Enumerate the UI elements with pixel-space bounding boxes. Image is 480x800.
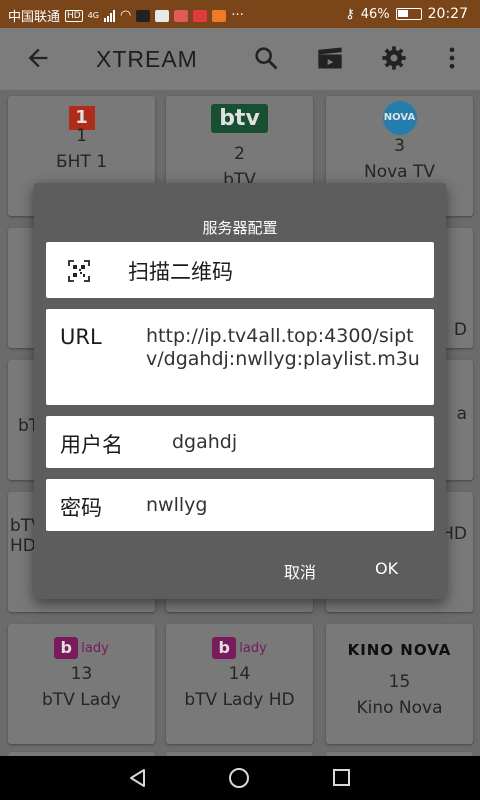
search-icon[interactable] (252, 44, 280, 72)
qr-code-icon (68, 260, 90, 282)
app-notification-icon (155, 9, 170, 22)
password-field[interactable]: 密码 nwllyg (46, 479, 434, 531)
cancel-button[interactable]: 取消 (284, 559, 316, 583)
username-label: 用户名 (60, 433, 123, 457)
ok-button[interactable]: OK (375, 559, 398, 578)
clock: 20:27 (427, 6, 468, 22)
url-field[interactable]: URL http://ip.tv4all.top:4300/siptv/dgah… (46, 309, 434, 405)
app-toolbar: XTREAM (0, 28, 480, 90)
url-label: URL (60, 325, 102, 349)
nav-home-icon[interactable] (229, 768, 249, 788)
battery-icon (395, 8, 422, 20)
server-config-dialog: 服务器配置 扫描二维码 URL http://ip.tv4all.top:430… (34, 183, 446, 599)
app-notification-icon (212, 9, 227, 22)
more-notifications-icon: ··· (231, 8, 244, 23)
app-title: XTREAM (96, 46, 198, 72)
wifi-icon: ◠ (120, 8, 132, 23)
scan-qr-label: 扫描二维码 (128, 260, 233, 284)
dialog-title: 服务器配置 (202, 219, 278, 237)
status-bar: 中国联通 HD 4G ◠ ··· ⚷ 46% 20:27 (0, 0, 480, 28)
gear-icon[interactable] (380, 44, 408, 72)
password-label: 密码 (60, 496, 102, 520)
url-value[interactable]: http://ip.tv4all.top:4300/siptv/dgahdj:n… (146, 325, 428, 371)
hd-badge: HD (65, 9, 83, 22)
carrier-label: 中国联通 (8, 10, 61, 25)
scan-qr-button[interactable]: 扫描二维码 (46, 242, 434, 298)
password-value[interactable]: nwllyg (146, 494, 207, 516)
username-value[interactable]: dgahdj (172, 431, 237, 453)
signal-icon (104, 9, 116, 22)
app-notification-icon (136, 9, 151, 22)
app-notification-icon (193, 9, 208, 22)
clapperboard-icon[interactable] (316, 44, 344, 72)
battery-percent: 46% (360, 6, 390, 22)
system-nav-bar (0, 756, 480, 800)
nav-back-icon[interactable] (128, 768, 148, 788)
network-type-label: 4G (87, 11, 100, 20)
more-vert-icon[interactable] (438, 44, 466, 72)
back-arrow-icon[interactable] (24, 44, 52, 72)
key-icon: ⚷ (345, 6, 355, 22)
app-notification-icon (174, 9, 189, 22)
username-field[interactable]: 用户名 dgahdj (46, 416, 434, 468)
nav-recents-icon[interactable] (333, 769, 350, 786)
